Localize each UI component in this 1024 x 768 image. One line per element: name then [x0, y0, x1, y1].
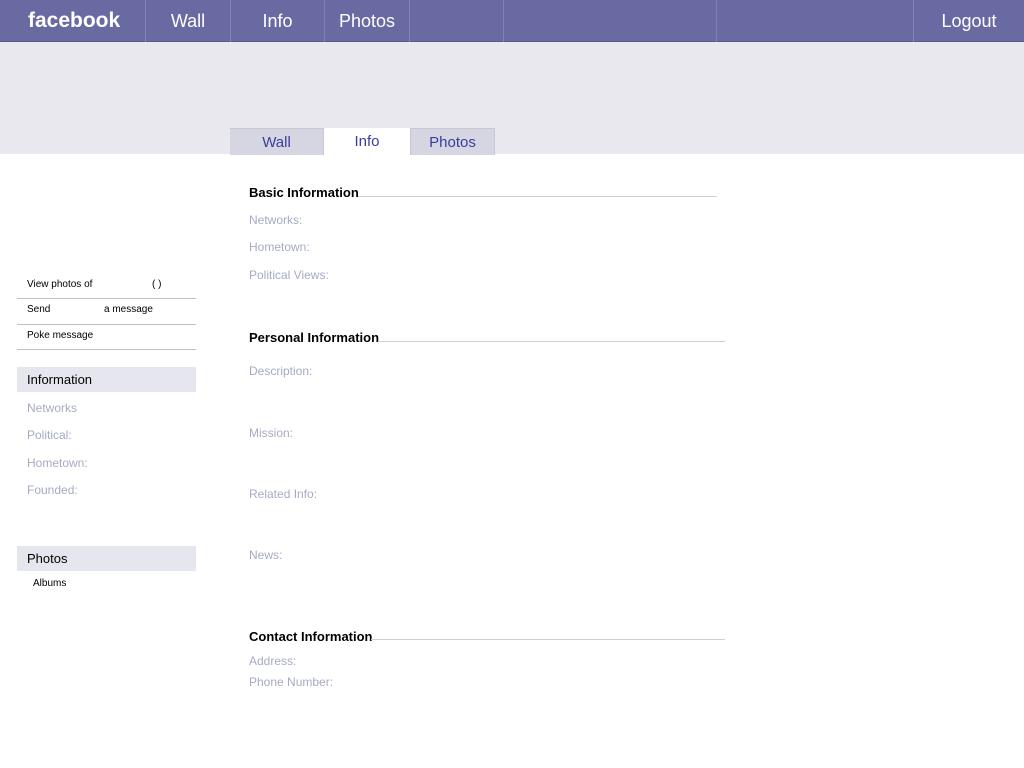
nav-divider	[716, 0, 717, 42]
divider	[17, 298, 196, 299]
tab-info[interactable]: Info	[324, 128, 410, 156]
field-political-views: Political Views:	[249, 268, 329, 282]
section-divider	[378, 341, 725, 342]
view-photos-link[interactable]: View photos of	[27, 279, 92, 290]
divider	[17, 349, 196, 350]
photos-box-header: Photos	[17, 546, 196, 571]
field-networks: Networks:	[249, 213, 303, 227]
top-navigation-bar: facebook Wall Info Photos Logout	[0, 0, 1024, 42]
poke-link[interactable]: Poke message	[27, 330, 93, 341]
contact-information-heading: Contact Information	[249, 629, 373, 644]
section-divider	[371, 639, 725, 640]
nav-photos-link[interactable]: Photos	[325, 0, 409, 42]
send-message-link[interactable]: Send	[27, 304, 50, 315]
nav-wall-link[interactable]: Wall	[146, 0, 230, 42]
information-box-header: Information	[17, 367, 196, 392]
sidebar-field-founded: Founded:	[27, 483, 78, 497]
personal-information-heading: Personal Information	[249, 330, 380, 345]
nav-divider	[409, 0, 410, 42]
sidebar-field-hometown: Hometown:	[27, 456, 88, 470]
field-hometown: Hometown:	[249, 240, 310, 254]
logout-link[interactable]: Logout	[914, 0, 1024, 42]
nav-info-link[interactable]: Info	[231, 0, 324, 42]
facebook-logo[interactable]: facebook	[28, 0, 120, 42]
tab-photos[interactable]: Photos	[410, 128, 495, 155]
section-divider	[358, 196, 717, 197]
tab-wall[interactable]: Wall	[230, 128, 324, 155]
field-description: Description:	[249, 364, 313, 378]
sidebar-field-political: Political:	[27, 428, 72, 442]
send-message-suffix: a message	[104, 304, 153, 315]
sidebar-field-networks: Networks	[27, 401, 78, 415]
field-phone-number: Phone Number:	[249, 675, 334, 689]
field-mission: Mission:	[249, 426, 294, 440]
albums-link[interactable]: Albums	[33, 578, 66, 589]
photo-count: ( )	[152, 279, 162, 290]
profile-header-banner	[0, 42, 1024, 154]
basic-information-heading: Basic Information	[249, 185, 359, 200]
field-news: News:	[249, 548, 283, 562]
divider	[17, 324, 196, 325]
field-related-info: Related Info:	[249, 487, 318, 501]
field-address: Address:	[249, 654, 297, 668]
nav-divider	[503, 0, 504, 42]
